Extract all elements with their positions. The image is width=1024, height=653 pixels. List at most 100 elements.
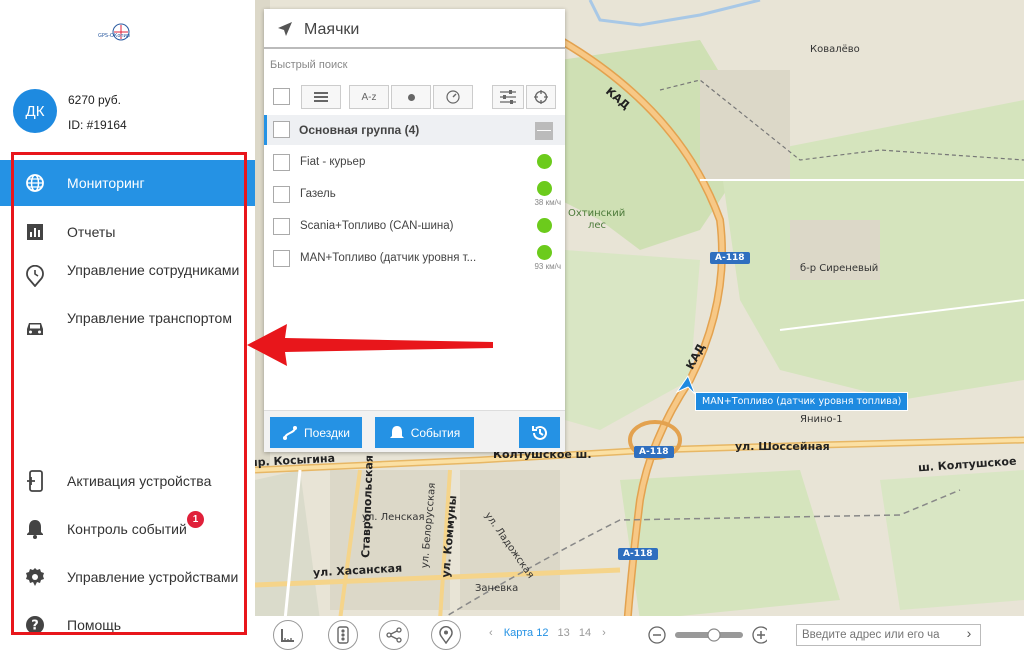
vehicle-checkbox[interactable] — [273, 250, 290, 267]
status-dot — [537, 154, 552, 169]
map-label-zanevka: Заневка — [475, 583, 519, 594]
vehicle-row[interactable]: MAN+Топливо (датчик уровня т... 93 км/ч — [264, 242, 565, 274]
events-button[interactable]: События — [375, 417, 474, 448]
trips-label: Поездки — [304, 425, 350, 440]
road-badge: А-118 — [710, 252, 750, 264]
map-label-street: ул. Ленская — [362, 512, 425, 523]
quick-search-input[interactable]: Быстрый поиск — [270, 59, 347, 71]
nav-item-help[interactable]: ? Помощь — [0, 610, 255, 640]
nav-item-events-control[interactable]: Контроль событий — [0, 514, 255, 544]
avatar[interactable]: ДК — [13, 89, 57, 133]
bell-icon — [24, 518, 46, 540]
events-label: События — [410, 425, 461, 440]
map-label-siren: б-р Сиреневый — [800, 263, 879, 274]
location-button[interactable] — [431, 620, 461, 650]
nav-label: Мониторинг — [67, 175, 145, 191]
map-label-yanino: Янино-1 — [800, 414, 843, 425]
share-icon — [386, 627, 402, 643]
annotation-arrow — [247, 324, 493, 366]
status-dot — [537, 181, 552, 196]
nav-label: Отчеты — [67, 224, 116, 240]
vehicle-checkbox[interactable] — [273, 186, 290, 203]
ruler-icon — [281, 629, 294, 642]
help-icon: ? — [24, 614, 46, 636]
group-label: Основная группа (4) — [299, 123, 420, 137]
vehicle-row[interactable]: Scania+Топливо (CAN-шина) — [264, 210, 565, 242]
history-button[interactable] — [519, 417, 560, 448]
balance: 6270 руб. — [68, 93, 121, 107]
traffic-light-icon — [337, 626, 349, 644]
road-badge: А-118 — [634, 446, 674, 458]
svg-text:?: ? — [31, 619, 39, 634]
collapse-group-button[interactable]: — — [535, 122, 553, 140]
prev-map-button[interactable]: ‹ — [489, 627, 493, 639]
history-icon — [531, 425, 547, 440]
user-id: ID: #19164 — [68, 118, 127, 132]
speed-sort-button[interactable] — [433, 85, 473, 109]
select-all-checkbox[interactable] — [273, 88, 290, 105]
map-option[interactable]: 13 — [558, 627, 570, 639]
nav-item-activate-device[interactable]: Активация устройства — [0, 466, 255, 496]
gear-icon — [24, 566, 46, 588]
road-badge: А-118 — [618, 548, 658, 560]
navigation-arrow-icon — [276, 20, 294, 43]
panel-header: Маячки — [264, 9, 565, 49]
map-prefix: Карта — [503, 627, 534, 639]
nav-item-device-management[interactable]: Управление устройствами — [0, 562, 255, 592]
next-map-button[interactable]: › — [602, 627, 606, 639]
nav-item-reports[interactable]: Отчеты — [0, 216, 255, 248]
map-label-okhta: Охтинский — [568, 208, 626, 219]
vehicle-map-label[interactable]: MAN+Топливо (датчик уровня топлива) — [695, 392, 909, 411]
vehicle-checkbox[interactable] — [273, 218, 290, 235]
nav-label: Управление сотрудниками — [67, 262, 240, 278]
bar-chart-icon — [24, 221, 46, 243]
list-view-button[interactable] — [301, 85, 341, 109]
nav-item-transport[interactable]: Управление транспортом — [0, 308, 255, 350]
nav-item-monitoring[interactable]: Мониторинг — [0, 160, 255, 206]
center-map-button[interactable] — [526, 85, 556, 109]
panel-toolbar: A-z — [270, 85, 560, 109]
bell-icon — [389, 425, 404, 438]
nav-item-employees[interactable]: Управление сотрудниками — [0, 260, 255, 302]
address-go-button[interactable]: › — [959, 625, 979, 645]
map-label-okhta: лес — [588, 220, 607, 231]
trips-button[interactable]: Поездки — [270, 417, 362, 448]
zoom-slider-handle — [707, 628, 721, 642]
status-dot — [537, 218, 552, 233]
current-map[interactable]: Карта 12 — [504, 627, 549, 639]
map-option[interactable]: 14 — [579, 627, 591, 639]
traffic-button[interactable] — [328, 620, 358, 650]
map-label-street: ул. Шоссейная — [735, 440, 830, 453]
vehicle-speed: 38 км/ч — [534, 198, 561, 207]
route-icon — [283, 425, 298, 440]
nav-label: Управление транспортом — [67, 310, 232, 326]
status-sort-button[interactable] — [391, 85, 431, 109]
vehicle-checkbox[interactable] — [273, 154, 290, 171]
share-button[interactable] — [379, 620, 409, 650]
vehicle-row[interactable]: Газель 38 км/ч — [264, 178, 565, 210]
vehicle-row[interactable]: Fiat - курьер — [264, 146, 565, 178]
vehicle-name: MAN+Топливо (датчик уровня т... — [300, 252, 477, 264]
group-checkbox[interactable] — [273, 121, 290, 138]
group-row[interactable]: Основная группа (4) — — [264, 115, 565, 145]
address-search-input[interactable] — [796, 624, 981, 646]
panel-footer: Поездки События — [264, 410, 565, 452]
map-bottom-bar: ‹ Карта 12 13 14 › › — [255, 616, 1024, 653]
speedometer-icon — [446, 90, 460, 104]
list-icon — [314, 92, 328, 102]
filter-settings-button[interactable] — [492, 85, 524, 109]
map-switcher: ‹ Карта 12 13 14 › — [489, 627, 606, 639]
sidebar: GPS-ОКопир ДК 6270 руб. ID: #19164 Монит… — [0, 0, 255, 653]
device-add-icon — [24, 470, 46, 492]
vehicle-name: Fiat - курьер — [300, 156, 366, 168]
vehicle-name: Газель — [300, 188, 336, 200]
trackers-panel: Маячки Быстрый поиск A-z Основная группа… — [264, 9, 565, 452]
nav-label: Контроль событий — [67, 521, 187, 537]
pin-clock-icon — [24, 265, 46, 287]
vehicle-name: Scania+Топливо (CAN-шина) — [300, 220, 454, 232]
zoom-control[interactable] — [647, 624, 767, 646]
globe-icon — [24, 172, 46, 194]
sort-az-button[interactable]: A-z — [349, 85, 389, 109]
ruler-button[interactable] — [273, 620, 303, 650]
logo-text: GPS-ОКопир — [98, 33, 131, 39]
